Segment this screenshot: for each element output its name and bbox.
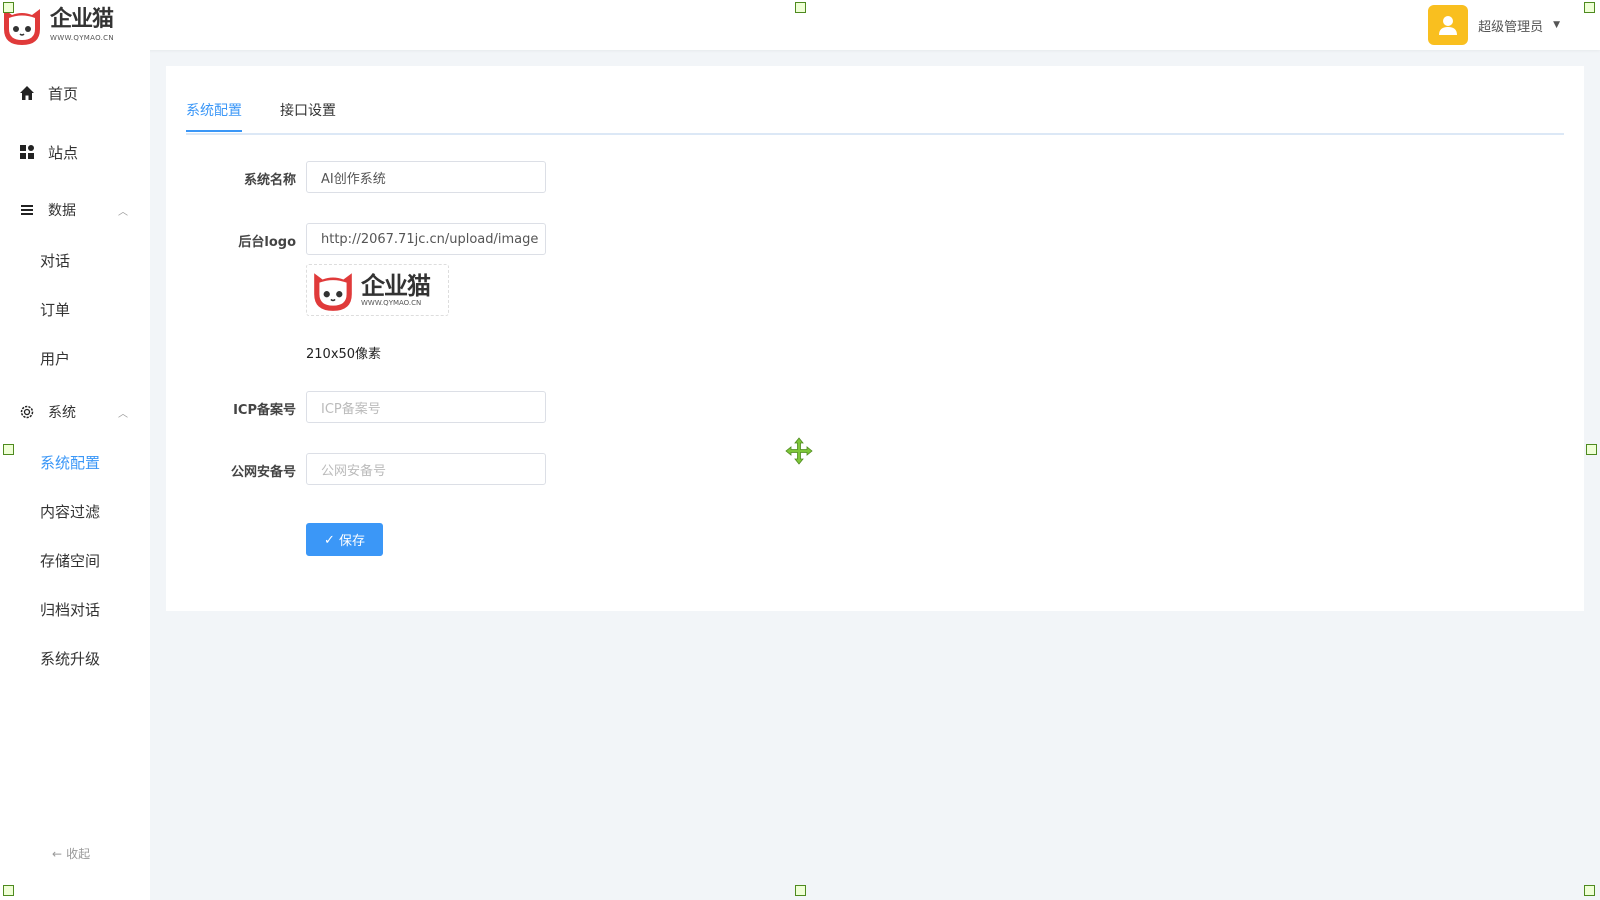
save-label: 保存 — [338, 533, 365, 548]
police-record-input[interactable]: 公网安备号 — [306, 453, 546, 485]
home-icon — [18, 84, 36, 102]
sidebar-item-data[interactable]: 数据 ︿ — [0, 197, 150, 223]
resize-handle[interactable] — [3, 444, 14, 455]
sidebar-subitem-dialog[interactable]: 对话 — [40, 250, 70, 271]
icp-label: ICP备案号 — [233, 403, 296, 418]
brand-logo[interactable]: 企业猫 WWW.QYMAO.CN — [0, 3, 140, 47]
avatar[interactable] — [1428, 5, 1469, 45]
resize-handle[interactable] — [1584, 2, 1595, 13]
user-icon — [1439, 16, 1458, 35]
move-icon[interactable] — [785, 437, 813, 465]
collapse-label: 收起 — [66, 847, 91, 861]
grid-icon — [18, 143, 36, 161]
backend-logo-input[interactable]: http://2067.71jc.cn/upload/image — [306, 223, 546, 255]
cat-logo-icon — [314, 273, 352, 311]
save-button[interactable]: ✓ 保存 — [306, 523, 383, 556]
sidebar-item-home[interactable]: 首页 — [0, 80, 150, 106]
sidebar-item-site[interactable]: 站点 — [0, 139, 150, 165]
preview-logo-subtext: WWW.QYMAO.CN — [361, 299, 422, 307]
sidebar-subitem-order[interactable]: 订单 — [40, 299, 70, 320]
resize-handle[interactable] — [1586, 444, 1597, 455]
chevron-up-icon: ︿ — [118, 206, 128, 218]
sidebar-item-label: 数据 — [48, 203, 76, 219]
user-name[interactable]: 超级管理员 — [1478, 16, 1543, 35]
system-name-label: 系统名称 — [243, 173, 296, 188]
icp-input[interactable]: ICP备案号 — [306, 391, 546, 423]
sidebar-subitem-storage[interactable]: 存储空间 — [40, 550, 100, 571]
chevron-down-icon[interactable]: ▼ — [1553, 20, 1560, 30]
sidebar: 首页 站点 数据 ︿ 对话 订单 用户 系统 ︿ 系统配置 内容过滤 存储空间 … — [0, 50, 150, 900]
gear-icon — [18, 403, 36, 421]
tab-bar: 系统配置 接口设置 — [186, 86, 1564, 135]
system-name-input[interactable]: AI创作系统 — [306, 161, 546, 193]
resize-handle[interactable] — [795, 2, 806, 13]
sidebar-item-label: 系统 — [48, 405, 76, 421]
sidebar-item-system[interactable]: 系统 ︿ — [0, 399, 150, 425]
sidebar-subitem-content-filter[interactable]: 内容过滤 — [40, 501, 100, 522]
sidebar-item-label: 站点 — [48, 143, 79, 162]
backend-logo-label: 后台logo — [238, 235, 296, 250]
preview-logo-text: 企业猫 — [361, 272, 431, 300]
logo-text: 企业猫 — [50, 7, 114, 32]
sidebar-subitem-upgrade[interactable]: 系统升级 — [40, 648, 100, 669]
sidebar-subitem-system-config[interactable]: 系统配置 — [40, 452, 100, 473]
logo-size-hint: 210x50像素 — [306, 347, 382, 362]
chevron-up-icon: ︿ — [118, 408, 128, 420]
sidebar-subitem-user[interactable]: 用户 — [40, 348, 70, 369]
resize-handle[interactable] — [795, 885, 806, 896]
tab-system-config[interactable]: 系统配置 — [186, 100, 242, 132]
resize-handle[interactable] — [3, 2, 14, 13]
app-root: 企业猫 WWW.QYMAO.CN 超级管理员 ▼ 首页 站点 数据 ︿ 对话 订… — [0, 0, 1600, 900]
tab-api-settings[interactable]: 接口设置 — [280, 100, 336, 130]
resize-handle[interactable] — [3, 885, 14, 896]
list-icon — [18, 201, 36, 219]
logo-subtext: WWW.QYMAO.CN — [50, 34, 114, 42]
check-icon: ✓ — [324, 531, 335, 547]
preview-wordmark: 企业猫 WWW.QYMAO.CN — [361, 272, 431, 307]
logo-preview-image[interactable]: 企业猫 WWW.QYMAO.CN — [306, 264, 449, 316]
collapse-button[interactable]: ← 收起 — [52, 845, 90, 862]
main-card: 系统配置 接口设置 系统名称 AI创作系统 后台logo http://2067… — [166, 66, 1584, 611]
arrow-left-icon: ← — [52, 846, 63, 861]
resize-handle[interactable] — [1584, 885, 1595, 896]
police-record-label: 公网安备号 — [230, 465, 296, 480]
sidebar-item-label: 首页 — [48, 84, 79, 103]
logo-wordmark: 企业猫 WWW.QYMAO.CN — [50, 7, 114, 43]
user-menu[interactable]: 超级管理员 ▼ — [1428, 4, 1560, 46]
sidebar-subitem-archive[interactable]: 归档对话 — [40, 599, 100, 620]
